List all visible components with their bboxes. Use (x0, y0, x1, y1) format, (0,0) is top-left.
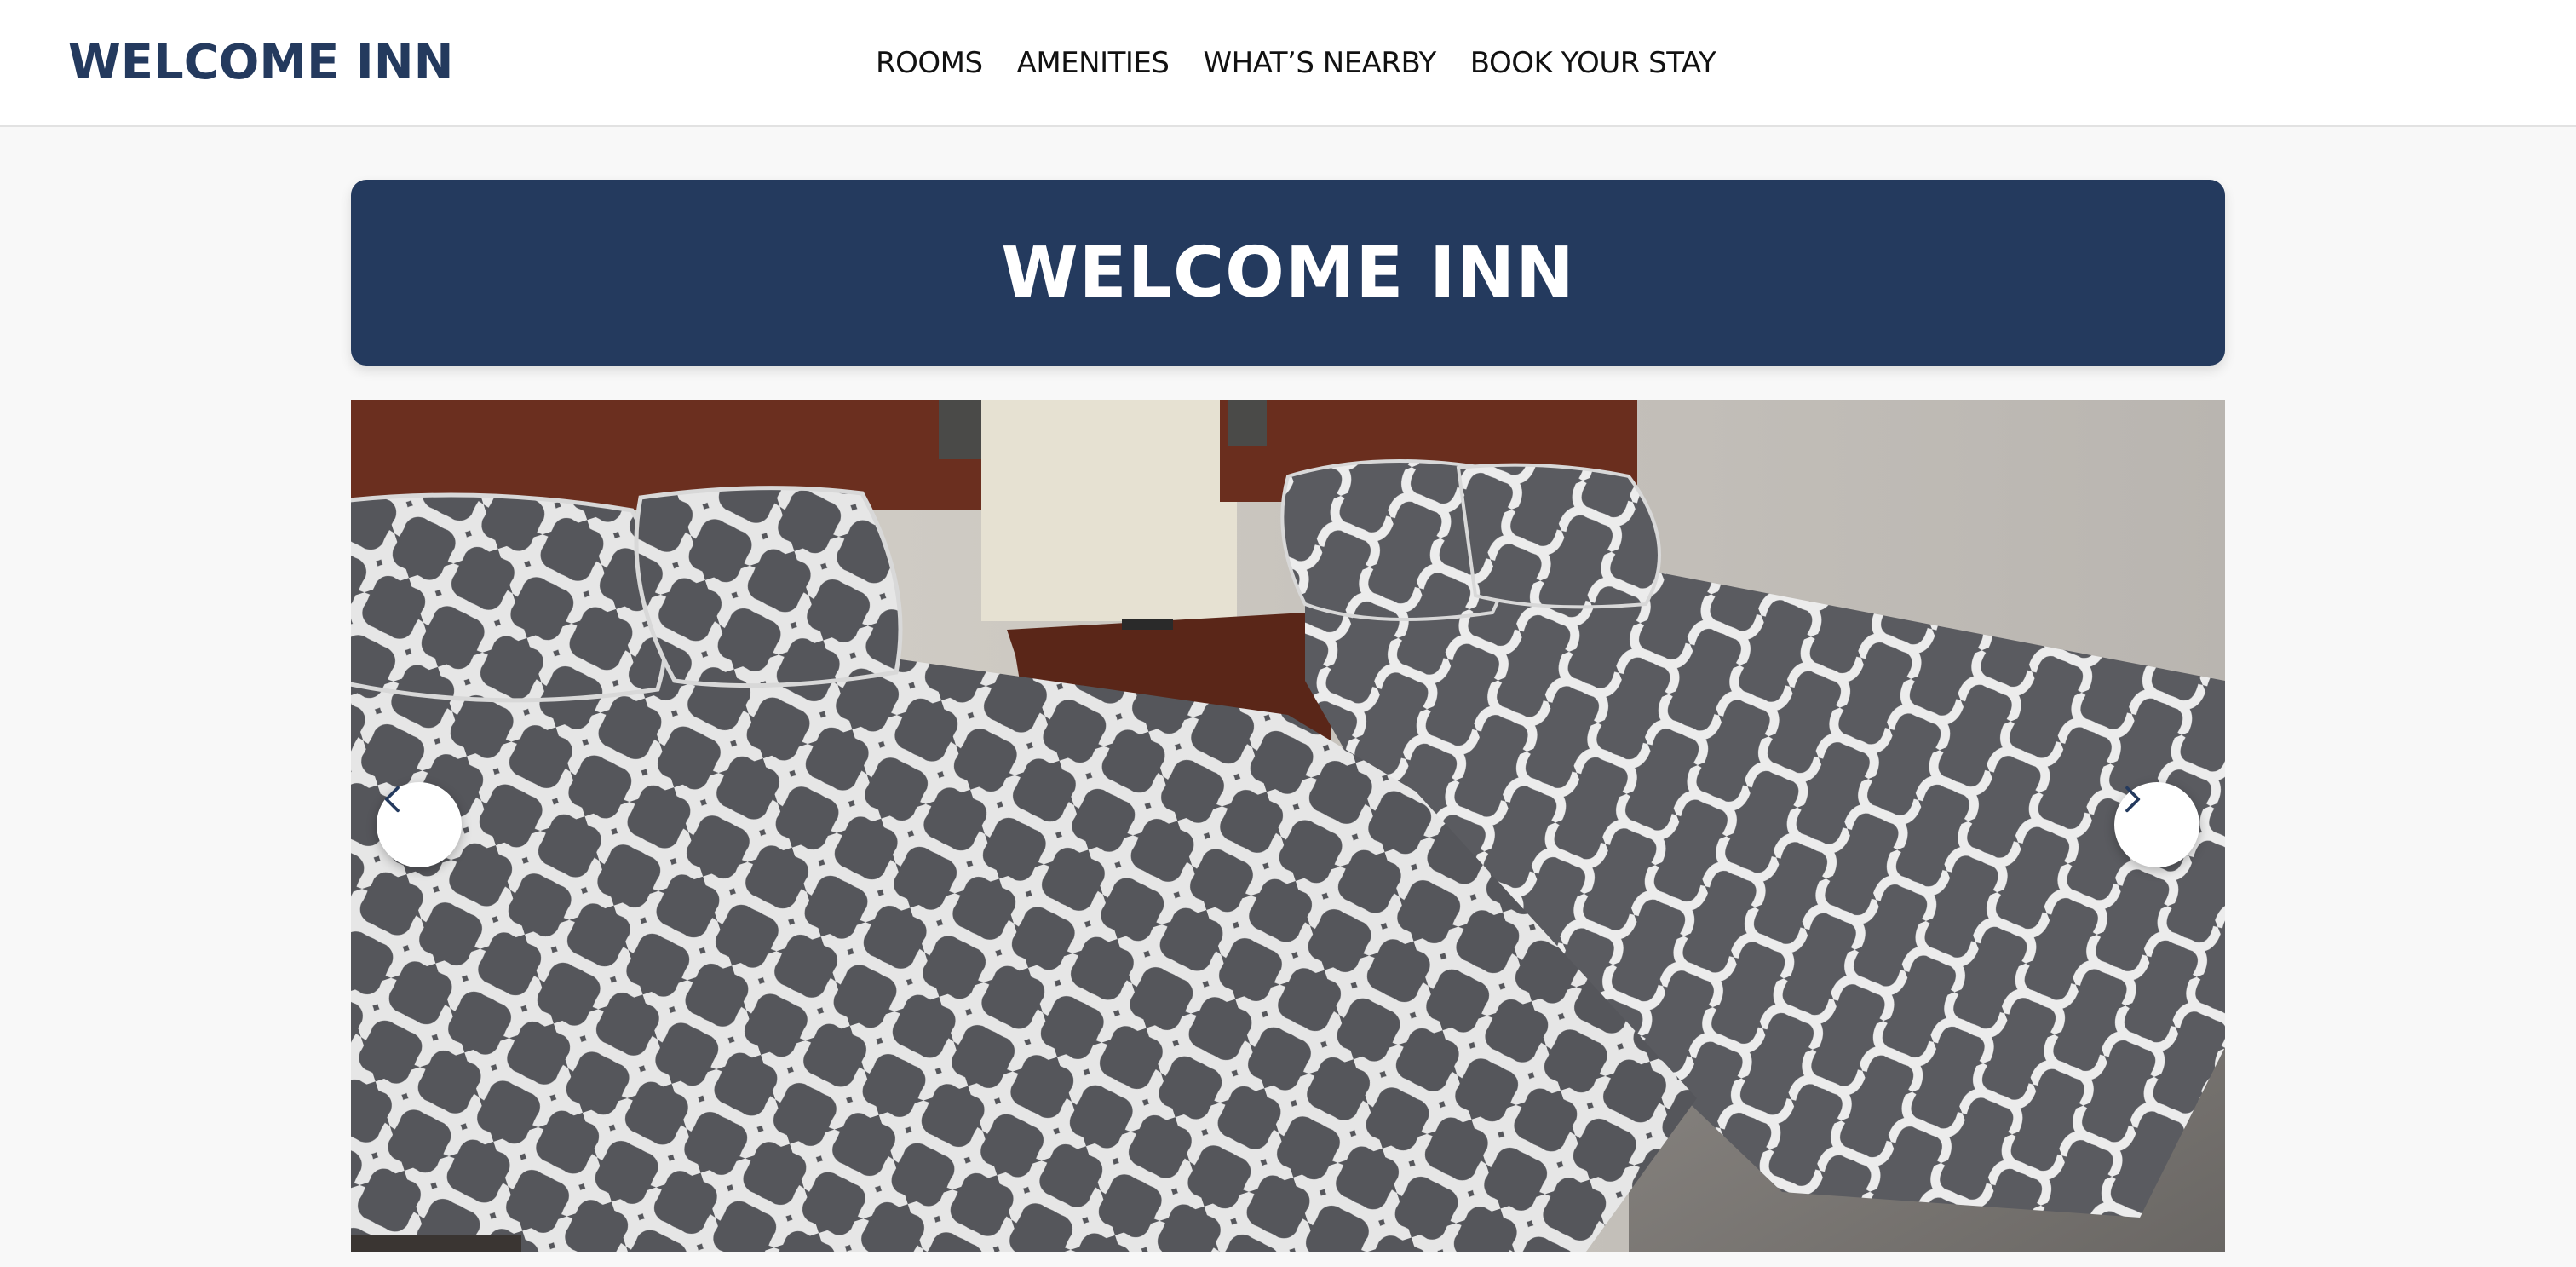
hero-banner: WELCOME INN (351, 180, 2225, 366)
nav-item-book-your-stay: BOOK YOUR STAY (1470, 41, 1716, 85)
brand-logo[interactable]: WELCOME INN (68, 32, 453, 94)
nav-item-rooms: ROOMS (876, 41, 983, 85)
room-photo-carousel (351, 400, 2225, 1252)
carousel-prev-button[interactable] (377, 782, 462, 867)
carousel-next-button[interactable] (2114, 782, 2199, 867)
nav-item-whats-nearby: WHAT’S NEARBY (1203, 41, 1436, 85)
nav-link-book-your-stay[interactable]: BOOK YOUR STAY (1470, 46, 1716, 80)
chevron-left-icon (384, 786, 400, 813)
chevron-right-icon (2125, 786, 2141, 813)
main-nav: ROOMS AMENITIES WHAT’S NEARBY BOOK YOUR … (876, 41, 1716, 85)
nav-link-rooms[interactable]: ROOMS (876, 46, 983, 80)
nav-item-amenities: AMENITIES (1017, 41, 1170, 85)
hero-title: WELCOME INN (1001, 232, 1575, 314)
room-photo (351, 400, 2225, 1252)
nav-link-amenities[interactable]: AMENITIES (1017, 46, 1170, 80)
nav-link-whats-nearby[interactable]: WHAT’S NEARBY (1203, 46, 1436, 80)
top-navbar: WELCOME INN ROOMS AMENITIES WHAT’S NEARB… (0, 0, 2576, 127)
